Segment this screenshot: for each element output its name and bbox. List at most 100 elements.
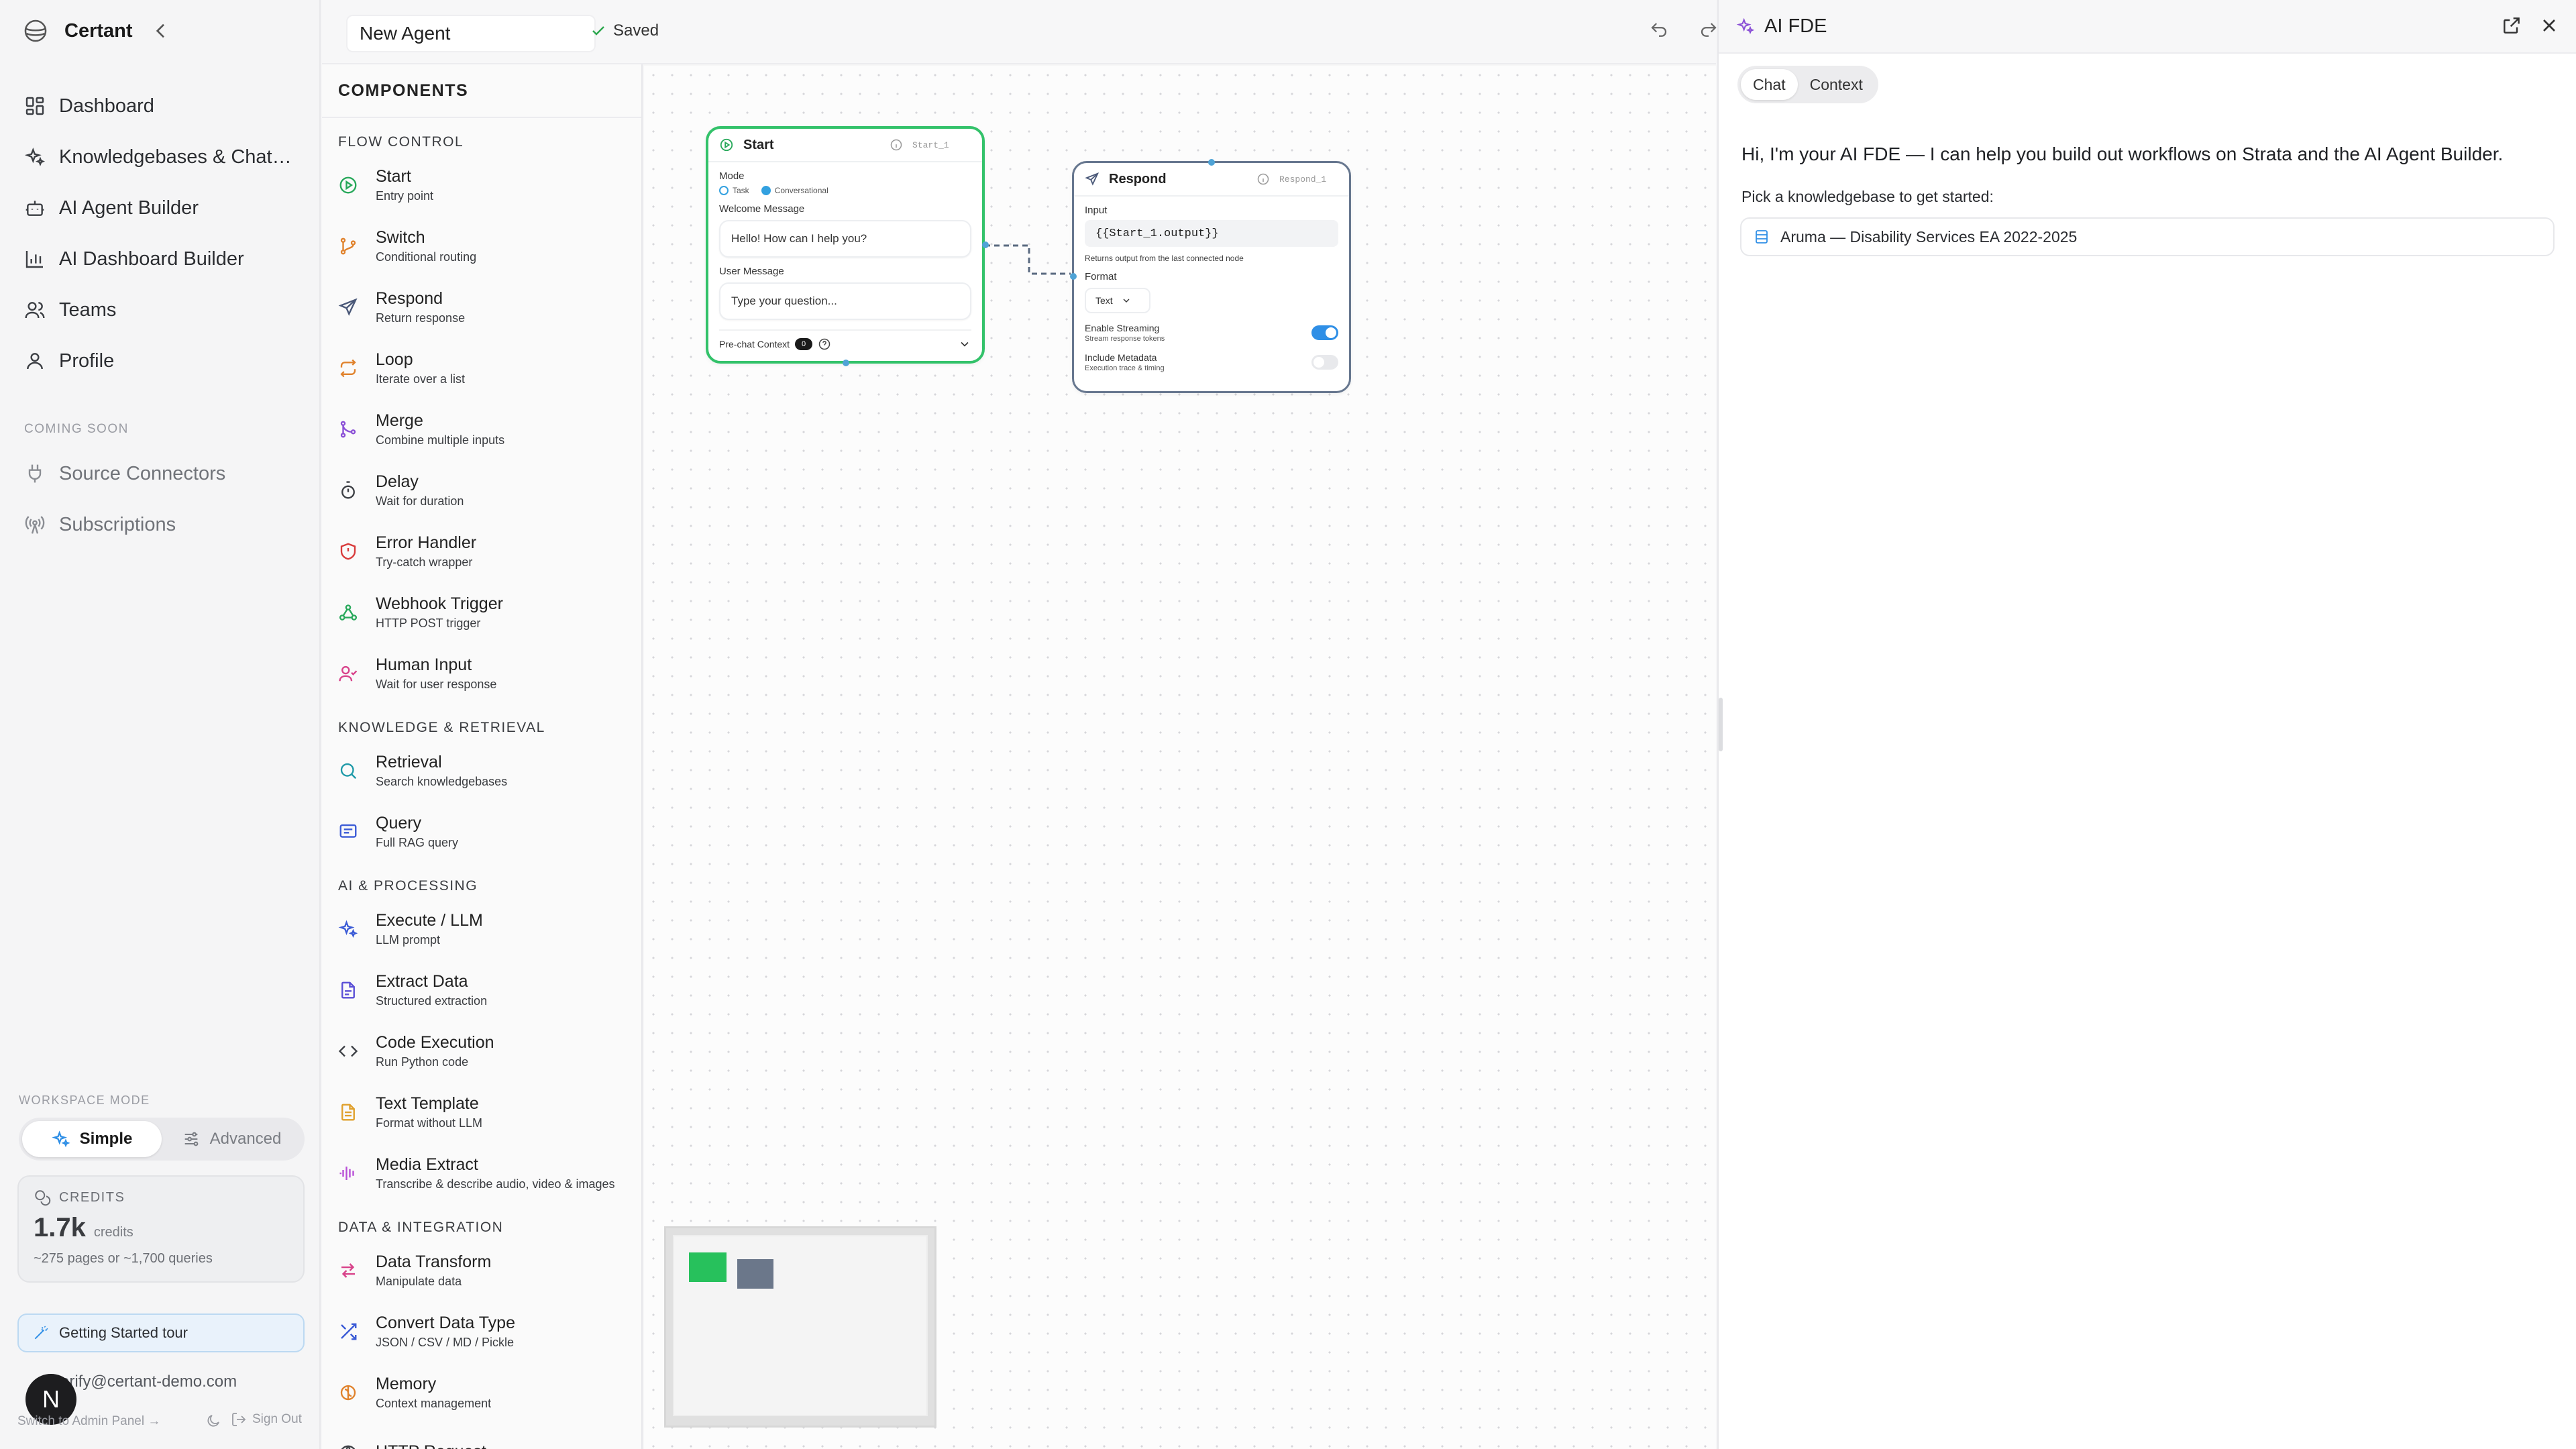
nav-item-label: AI Agent Builder <box>59 197 199 219</box>
arrows-swap-icon <box>338 1260 358 1281</box>
welcome-message-field[interactable]: Hello! How can I help you? <box>719 220 971 258</box>
nav-item-ai-agent-builder[interactable]: AI Agent Builder <box>0 182 321 233</box>
input-hint: Returns output from the last connected n… <box>1085 254 1244 263</box>
audio-waveform-icon <box>338 1163 358 1183</box>
timer-icon <box>338 480 358 500</box>
tab-chat[interactable]: Chat <box>1741 69 1798 100</box>
streaming-toggle[interactable] <box>1311 325 1338 340</box>
respond-node[interactable]: Respond Respond_1 Input {{Start_1.output… <box>1070 159 1351 393</box>
shield-alert-icon <box>338 541 358 561</box>
nav-item-teams[interactable]: Teams <box>0 284 321 335</box>
panel-resize-handle[interactable] <box>1719 698 1723 751</box>
component-start[interactable]: Start Entry point <box>322 154 641 215</box>
component-error-handler[interactable]: Error Handler Try-catch wrapper <box>322 521 641 582</box>
mode-conversational-radio[interactable] <box>761 186 771 195</box>
chevron-left-icon[interactable] <box>150 20 172 42</box>
undo-icon[interactable] <box>1649 20 1669 40</box>
close-icon[interactable] <box>2538 15 2560 36</box>
nav-item-ai-dashboard-builder[interactable]: AI Dashboard Builder <box>0 233 321 284</box>
bot-icon <box>24 197 46 219</box>
user-message-field[interactable]: Type your question... <box>719 282 971 320</box>
components-section-heading: KNOWLEDGE & RETRIEVAL <box>338 720 545 735</box>
component-memory[interactable]: Memory Context management <box>322 1362 641 1423</box>
nav-item-profile[interactable]: Profile <box>0 335 321 386</box>
credits-card[interactable]: CREDITS 1.7k credits ~275 pages or ~1,70… <box>17 1175 305 1283</box>
component-merge[interactable]: Merge Combine multiple inputs <box>322 398 641 460</box>
mode-simple-label: Simple <box>79 1130 133 1148</box>
moon-icon[interactable] <box>205 1413 221 1429</box>
mode-simple-button[interactable]: Simple <box>22 1121 162 1157</box>
info-icon[interactable] <box>1256 172 1270 186</box>
help-circle-icon[interactable] <box>818 337 831 351</box>
dashboard-icon <box>24 95 46 117</box>
nav-item-knowledgebases[interactable]: Knowledgebases & Chatbots <box>0 131 321 182</box>
external-link-icon[interactable] <box>2501 15 2522 36</box>
component-loop[interactable]: Loop Iterate over a list <box>322 337 641 398</box>
welcome-message-label: Welcome Message <box>719 203 805 215</box>
play-circle-icon <box>338 175 358 195</box>
metadata-toggle[interactable] <box>1311 355 1338 370</box>
nav-item-label: Teams <box>59 299 117 321</box>
mode-advanced-button[interactable]: Advanced <box>162 1121 301 1157</box>
component-name: Memory <box>376 1374 437 1393</box>
respond-input-handle[interactable] <box>1070 273 1077 280</box>
send-icon <box>1085 172 1099 186</box>
start-bottom-handle[interactable] <box>843 360 849 366</box>
format-value: Text <box>1095 295 1113 306</box>
tab-context[interactable]: Context <box>1798 69 1875 100</box>
component-media-extract[interactable]: Media Extract Transcribe & describe audio… <box>322 1142 641 1203</box>
nav-item-label: Profile <box>59 350 115 372</box>
nav-item-dashboard[interactable]: Dashboard <box>0 80 321 131</box>
component-text-template[interactable]: Text Template Format without LLM <box>322 1081 641 1142</box>
minimap[interactable] <box>664 1226 936 1428</box>
prechat-label: Pre-chat Context <box>719 339 790 350</box>
component-desc: Format without LLM <box>376 1116 483 1130</box>
start-output-handle[interactable] <box>982 241 989 248</box>
component-extract-data[interactable]: Extract Data Structured extraction <box>322 959 641 1020</box>
redo-icon[interactable] <box>1699 20 1719 40</box>
knowledgebase-option[interactable]: Aruma — Disability Services EA 2022-2025 <box>1740 217 2555 256</box>
repeat-icon <box>338 358 358 378</box>
agent-name-input[interactable] <box>346 15 596 52</box>
nav-item-label: Knowledgebases & Chatbots <box>59 146 301 168</box>
git-branch-icon <box>338 236 358 256</box>
mode-task-radio[interactable] <box>719 186 729 195</box>
component-human-input[interactable]: Human Input Wait for user response <box>322 643 641 704</box>
info-icon[interactable] <box>890 138 903 152</box>
admin-panel-link[interactable]: Switch to Admin Panel → <box>17 1414 160 1429</box>
component-respond[interactable]: Respond Return response <box>322 276 641 337</box>
nav-item-subscriptions[interactable]: Subscriptions <box>0 499 321 550</box>
format-select[interactable]: Text <box>1085 288 1150 313</box>
component-code-execution[interactable]: Code Execution Run Python code <box>322 1020 641 1081</box>
component-retrieval[interactable]: Retrieval Search knowledgebases <box>322 740 641 801</box>
file-icon <box>338 1102 358 1122</box>
component-name: Media Extract <box>376 1155 478 1174</box>
component-desc: Combine multiple inputs <box>376 433 505 447</box>
component-switch[interactable]: Switch Conditional routing <box>322 215 641 276</box>
brand[interactable]: Certant <box>23 17 164 44</box>
nav-item-source-connectors[interactable]: Source Connectors <box>0 448 321 499</box>
component-webhook-trigger[interactable]: Webhook Trigger HTTP POST trigger <box>322 582 641 643</box>
getting-started-tour-button[interactable]: Getting Started tour <box>17 1313 305 1352</box>
workspace-mode-toggle: Simple Advanced <box>19 1118 305 1161</box>
respond-input-field[interactable]: {{Start_1.output}} <box>1085 220 1338 247</box>
component-http-request[interactable]: HTTP Request <box>322 1423 641 1449</box>
respond-top-handle[interactable] <box>1208 159 1215 166</box>
ai-fde-panel: AI FDE Chat Context Hi, I'm your AI FDE … <box>1717 0 2576 1449</box>
chevron-down-icon[interactable] <box>958 337 971 351</box>
component-query[interactable]: Query Full RAG query <box>322 801 641 862</box>
workflow-canvas[interactable]: Start Start_1 Mode Task Conversational W… <box>644 66 1716 1449</box>
components-section-heading: AI & PROCESSING <box>338 878 478 894</box>
component-convert-data-type[interactable]: Convert Data Type JSON / CSV / MD / Pickl… <box>322 1301 641 1362</box>
user-email: verify@certant-demo.com <box>52 1373 237 1391</box>
format-label: Format <box>1085 271 1117 282</box>
sign-out-button[interactable]: Sign Out <box>231 1411 302 1428</box>
component-data-transform[interactable]: Data Transform Manipulate data <box>322 1240 641 1301</box>
component-delay[interactable]: Delay Wait for duration <box>322 460 641 521</box>
start-node[interactable]: Start Start_1 Mode Task Conversational W… <box>706 126 989 366</box>
component-execute-llm[interactable]: Execute / LLM LLM prompt <box>322 898 641 959</box>
component-desc: LLM prompt <box>376 932 441 947</box>
component-name: Convert Data Type <box>376 1313 515 1332</box>
prechat-context-toggle[interactable]: Pre-chat Context 0 <box>719 329 971 354</box>
code-icon <box>338 1041 358 1061</box>
